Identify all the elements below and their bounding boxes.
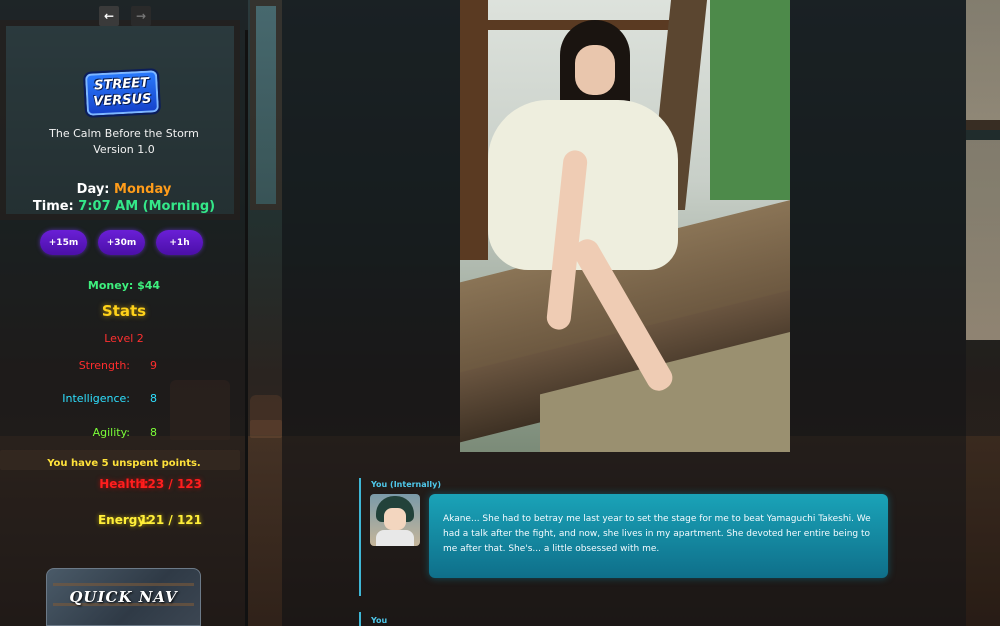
- energy-display: Energy: 121 / 121: [46, 513, 202, 527]
- game-subtitle: The Calm Before the Storm Version 1.0: [0, 126, 248, 158]
- add-15m-button[interactable]: +15m: [40, 230, 87, 255]
- stats-heading: Stats: [101, 302, 147, 320]
- version-text: Version 1.0: [93, 143, 155, 156]
- add-1h-button[interactable]: +1h: [156, 230, 203, 255]
- stat-label: Agility:: [92, 426, 130, 439]
- time-display: Time: 7:07 AM (Morning): [0, 199, 248, 214]
- time-value: 7:07 AM (Morning): [78, 199, 216, 214]
- logo-line-2: VERSUS: [92, 91, 152, 110]
- dialogue-bubble[interactable]: Akane... She had to betray me last year …: [429, 494, 888, 578]
- day-display: Day: Monday: [0, 182, 248, 197]
- stat-value: 9: [150, 359, 157, 372]
- stat-value: 8: [150, 426, 157, 439]
- forward-arrow-button[interactable]: →: [131, 6, 151, 26]
- dialogue-accent-line: [359, 478, 361, 596]
- dialogue-text: Akane... She had to betray me last year …: [443, 514, 871, 554]
- day-label: Day:: [76, 182, 110, 197]
- arrow-right-icon: →: [135, 9, 147, 23]
- right-edge: [966, 0, 1000, 626]
- time-label: Time:: [32, 199, 74, 214]
- energy-value: 121 / 121: [139, 513, 202, 527]
- stat-value: 8: [150, 392, 157, 405]
- time-skip-buttons: +15m +30m +1h: [40, 230, 203, 255]
- health-display: Health: 123 / 123: [46, 477, 202, 491]
- day-value: Monday: [114, 182, 172, 197]
- next-speaker-name: You: [371, 616, 388, 625]
- health-value: 123 / 123: [139, 477, 202, 491]
- game-logo: STREET VERSUS: [82, 68, 162, 118]
- speaker-avatar: [370, 494, 420, 546]
- stat-label: Intelligence:: [62, 392, 130, 405]
- sidebar: ← → STREET VERSUS The Calm Before the St…: [0, 0, 248, 626]
- unspent-points-text: You have 5 unspent points.: [47, 458, 201, 469]
- chapter-title: The Calm Before the Storm: [49, 127, 199, 140]
- back-arrow-button[interactable]: ←: [99, 6, 119, 26]
- character-image: [460, 0, 790, 452]
- level-display: Level 2: [104, 332, 144, 345]
- add-30m-button[interactable]: +30m: [98, 230, 145, 255]
- quick-nav-label: QUICK NAV: [69, 588, 178, 606]
- stat-label: Strength:: [78, 359, 130, 372]
- speaker-name: You (Internally): [371, 480, 442, 489]
- history-nav: ← →: [99, 6, 151, 26]
- sidebar-divider: [245, 30, 248, 626]
- money-display: Money: $44: [87, 279, 161, 292]
- dialogue-accent-line-next: [359, 612, 361, 626]
- arrow-left-icon: ←: [103, 9, 115, 23]
- quick-nav-button[interactable]: QUICK NAV: [46, 568, 201, 626]
